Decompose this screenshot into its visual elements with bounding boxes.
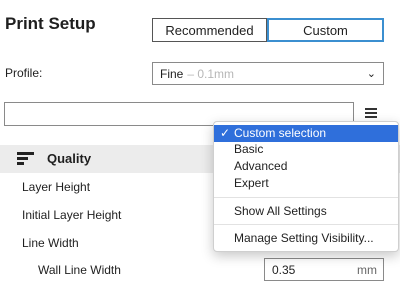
menu-item-manage-setting-visibility[interactable]: Manage Setting Visibility...	[214, 230, 398, 247]
custom-button[interactable]: Custom	[267, 18, 384, 42]
menu-item-label: Custom selection	[234, 126, 327, 140]
menu-item-label: Basic	[234, 142, 264, 156]
profile-value: Fine	[160, 66, 184, 81]
checkmark-icon: ✓	[220, 126, 231, 140]
wall-line-width-unit: mm	[357, 263, 377, 277]
category-label: Quality	[47, 151, 92, 166]
menu-item-custom-selection[interactable]: ✓ Custom selection	[214, 125, 398, 142]
wall-line-width-value: 0.35	[272, 262, 296, 277]
setting-layer-height: Layer Height	[22, 180, 91, 194]
page-title: Print Setup	[5, 14, 96, 33]
quality-icon	[17, 152, 34, 166]
menu-item-label: Expert	[234, 176, 269, 190]
menu-item-expert[interactable]: Expert	[214, 175, 398, 192]
menu-item-show-all-settings[interactable]: Show All Settings	[214, 203, 398, 220]
setting-initial-layer-height: Initial Layer Height	[22, 208, 122, 222]
menu-item-advanced[interactable]: Advanced	[214, 158, 398, 175]
menu-divider	[214, 197, 398, 198]
recommended-button[interactable]: Recommended	[152, 18, 267, 42]
setting-wall-line-width: Wall Line Width	[38, 263, 121, 277]
setting-line-width: Line Width	[22, 236, 79, 250]
profile-hint: – 0.1mm	[187, 66, 235, 81]
mode-toggle: Recommended Custom	[152, 18, 384, 42]
settings-menu-icon[interactable]	[365, 108, 377, 120]
menu-divider	[214, 224, 398, 225]
menu-item-label: Manage Setting Visibility...	[234, 231, 374, 245]
menu-item-basic[interactable]: Basic	[214, 141, 398, 158]
chevron-down-icon: ⌄	[366, 68, 376, 80]
wall-line-width-field[interactable]: 0.35 mm	[264, 258, 384, 281]
profile-select[interactable]: Fine – 0.1mm ⌄	[152, 62, 384, 85]
profile-label: Profile:	[5, 66, 43, 80]
menu-item-label: Advanced	[234, 159, 288, 173]
menu-item-label: Show All Settings	[234, 204, 327, 218]
setting-visibility-dropdown: ✓ Custom selection Basic Advanced Expert…	[213, 121, 399, 252]
